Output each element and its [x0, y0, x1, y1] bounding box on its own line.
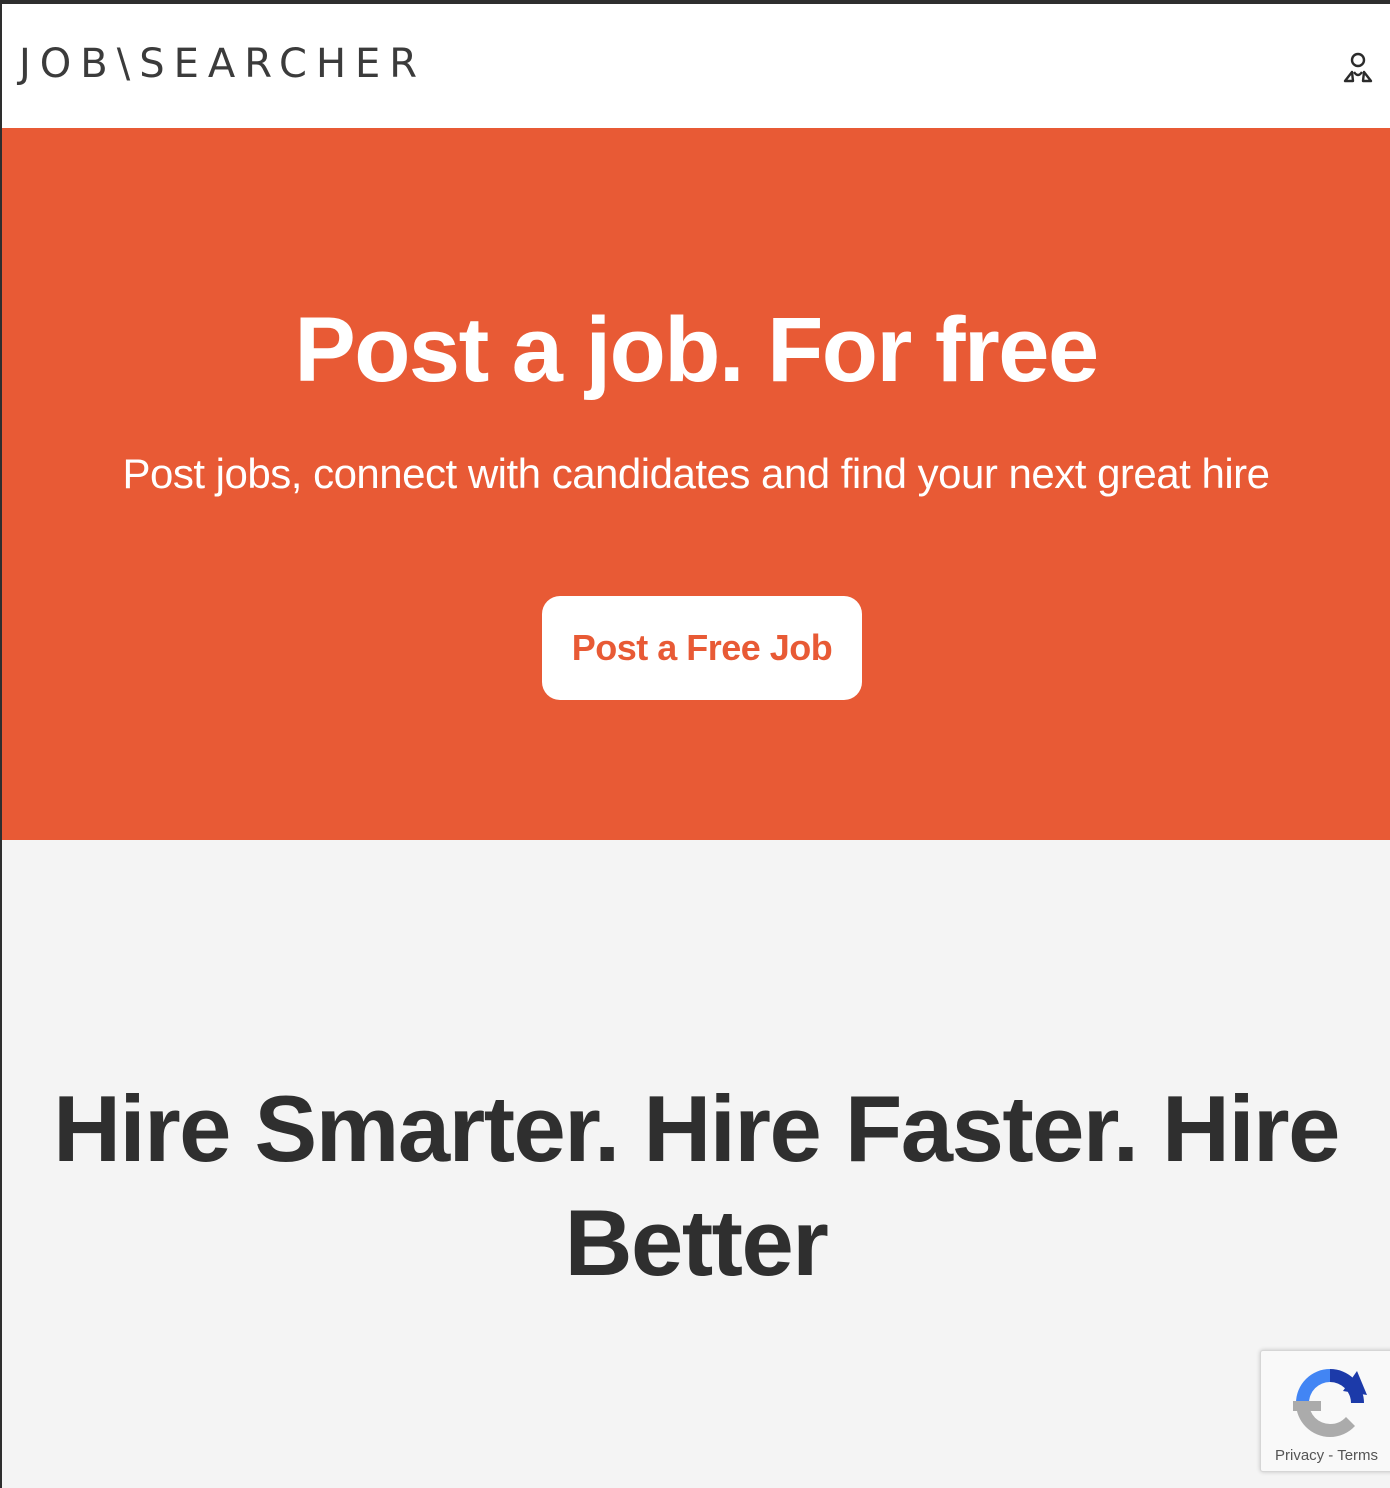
recaptcha-badge[interactable]: Privacy - Terms	[1260, 1350, 1390, 1472]
browser-viewport: JOB\SEARCHER Post a job. For free Post j…	[0, 0, 1390, 1488]
site-header: JOB\SEARCHER	[2, 4, 1390, 128]
recaptcha-privacy-link[interactable]: Privacy	[1275, 1447, 1324, 1464]
account-button[interactable]	[1340, 50, 1376, 86]
recaptcha-terms-link[interactable]: Terms	[1337, 1447, 1378, 1464]
user-account-icon	[1343, 52, 1373, 83]
recaptcha-links: Privacy - Terms	[1275, 1447, 1378, 1464]
recaptcha-icon	[1293, 1369, 1367, 1437]
post-free-job-button[interactable]: Post a Free Job	[542, 596, 862, 700]
recaptcha-separator: -	[1328, 1447, 1334, 1464]
hero-banner: Post a job. For free Post jobs, connect …	[2, 128, 1390, 840]
site-logo[interactable]: JOB\SEARCHER	[19, 44, 426, 84]
value-proposition-section: Hire Smarter. Hire Faster. Hire Better	[2, 840, 1390, 1488]
hero-title: Post a job. For free	[294, 299, 1099, 401]
hero-subtitle: Post jobs, connect with candidates and f…	[122, 450, 1270, 497]
section-title: Hire Smarter. Hire Faster. Hire Better	[53, 1076, 1340, 1295]
